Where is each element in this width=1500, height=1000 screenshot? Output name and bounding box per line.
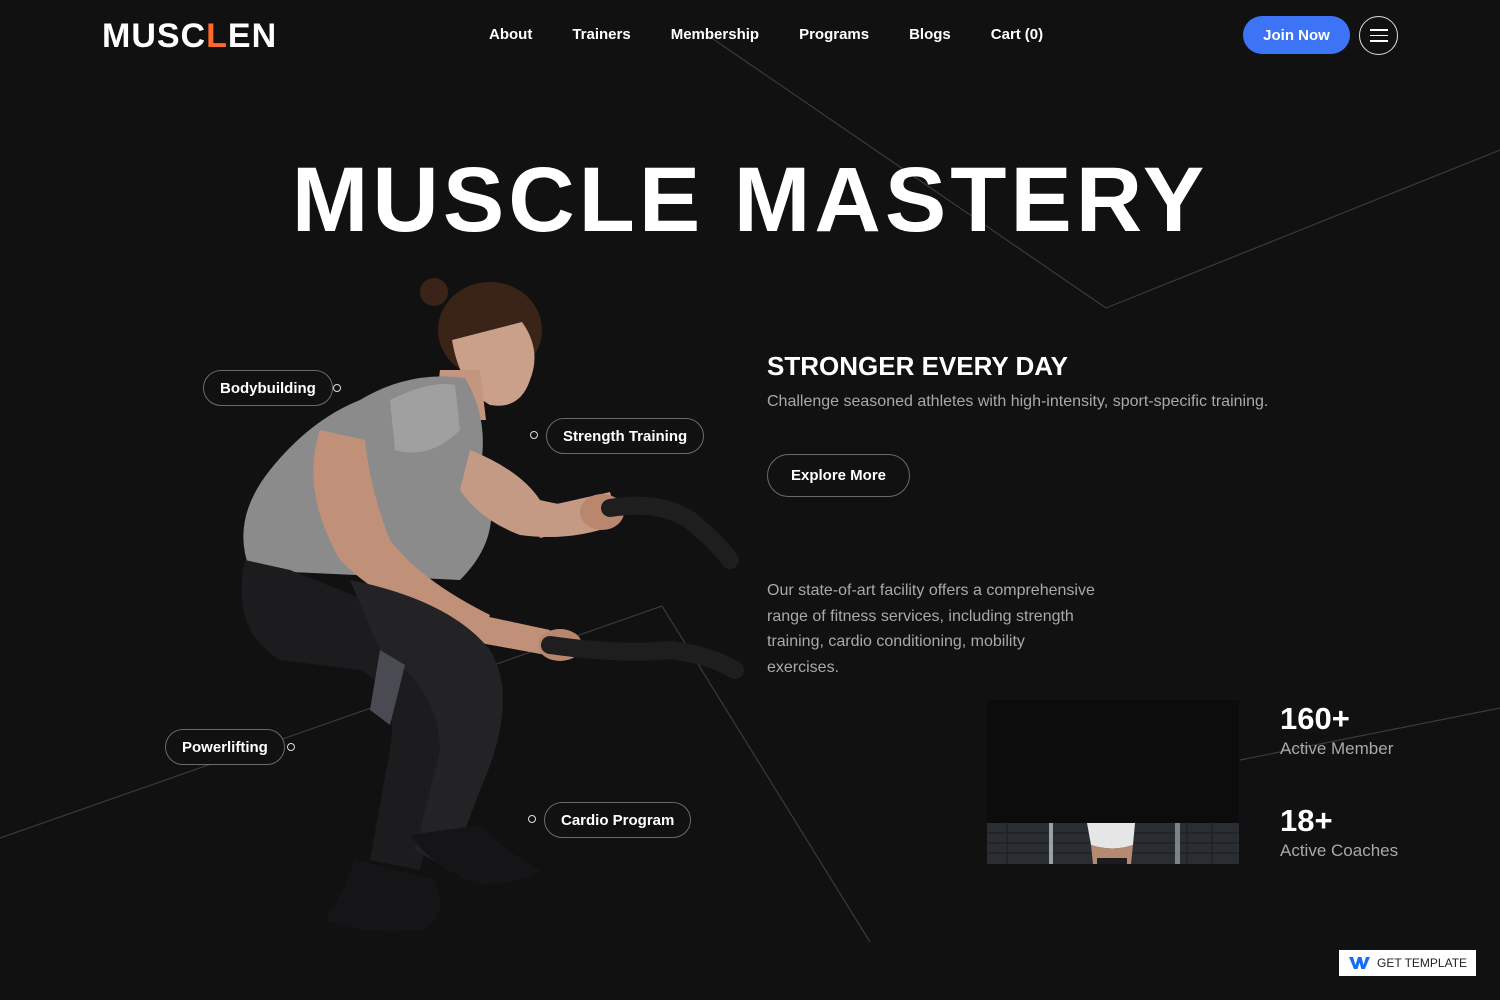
brand-logo-prefix: MUSC — [102, 17, 207, 55]
explore-more-button[interactable]: Explore More — [767, 454, 910, 497]
main-nav: About Trainers Membership Programs Blogs… — [489, 24, 1043, 46]
brand-logo[interactable]: MUSCLEN — [102, 16, 277, 56]
menu-bar — [1369, 29, 1388, 31]
stat-members-label: Active Member — [1280, 739, 1394, 758]
stat-members-value: 160+ — [1280, 701, 1350, 736]
stat-coaches-value: 18+ — [1280, 803, 1333, 838]
brand-logo-accent: L — [206, 17, 228, 55]
tag-cardio-program[interactable]: Cardio Program — [544, 802, 692, 838]
tag-bodybuilding[interactable]: Bodybuilding — [203, 370, 333, 406]
hamburger-icon[interactable] — [1359, 16, 1398, 55]
nav-link-membership[interactable]: Membership — [671, 24, 759, 46]
section-subtext: Challenge seasoned athletes with high-in… — [767, 393, 1269, 410]
cart-count: (0) — [1024, 26, 1044, 43]
get-template-label: GET TEMPLATE — [1377, 956, 1468, 970]
menu-bar — [1369, 34, 1388, 37]
nav-link-about[interactable]: About — [489, 24, 532, 46]
tag-dot-bodybuilding — [333, 384, 341, 392]
section-subheading: STRONGER EVERY DAY — [767, 351, 1069, 381]
nav-link-cart[interactable]: Cart (0) — [991, 24, 1043, 46]
tag-dot-powerlifting — [287, 743, 295, 751]
nav-link-programs[interactable]: Programs — [799, 24, 869, 46]
cart-label: Cart — [990, 26, 1021, 43]
get-template-badge[interactable]: GET TEMPLATE — [1339, 950, 1476, 976]
tag-strength-training[interactable]: Strength Training — [546, 418, 705, 454]
nav-link-blogs[interactable]: Blogs — [909, 24, 951, 46]
tag-dot-strength — [530, 431, 538, 439]
nav-link-trainers[interactable]: Trainers — [572, 24, 630, 46]
menu-bar — [1369, 40, 1388, 42]
stat-coaches-label: Active Coaches — [1280, 841, 1399, 860]
gym-photo — [987, 700, 1239, 864]
webflow-logo-icon — [1349, 957, 1370, 969]
tag-powerlifting[interactable]: Powerlifting — [165, 729, 285, 765]
hero-title: MUSCLE MASTERY — [291, 149, 1209, 251]
facility-description: Our state-of-art facility offers a compr… — [767, 582, 1095, 677]
join-now-button[interactable]: Join Now — [1243, 16, 1350, 54]
brand-logo-suffix: EN — [227, 17, 278, 55]
tag-dot-cardio — [528, 815, 536, 823]
